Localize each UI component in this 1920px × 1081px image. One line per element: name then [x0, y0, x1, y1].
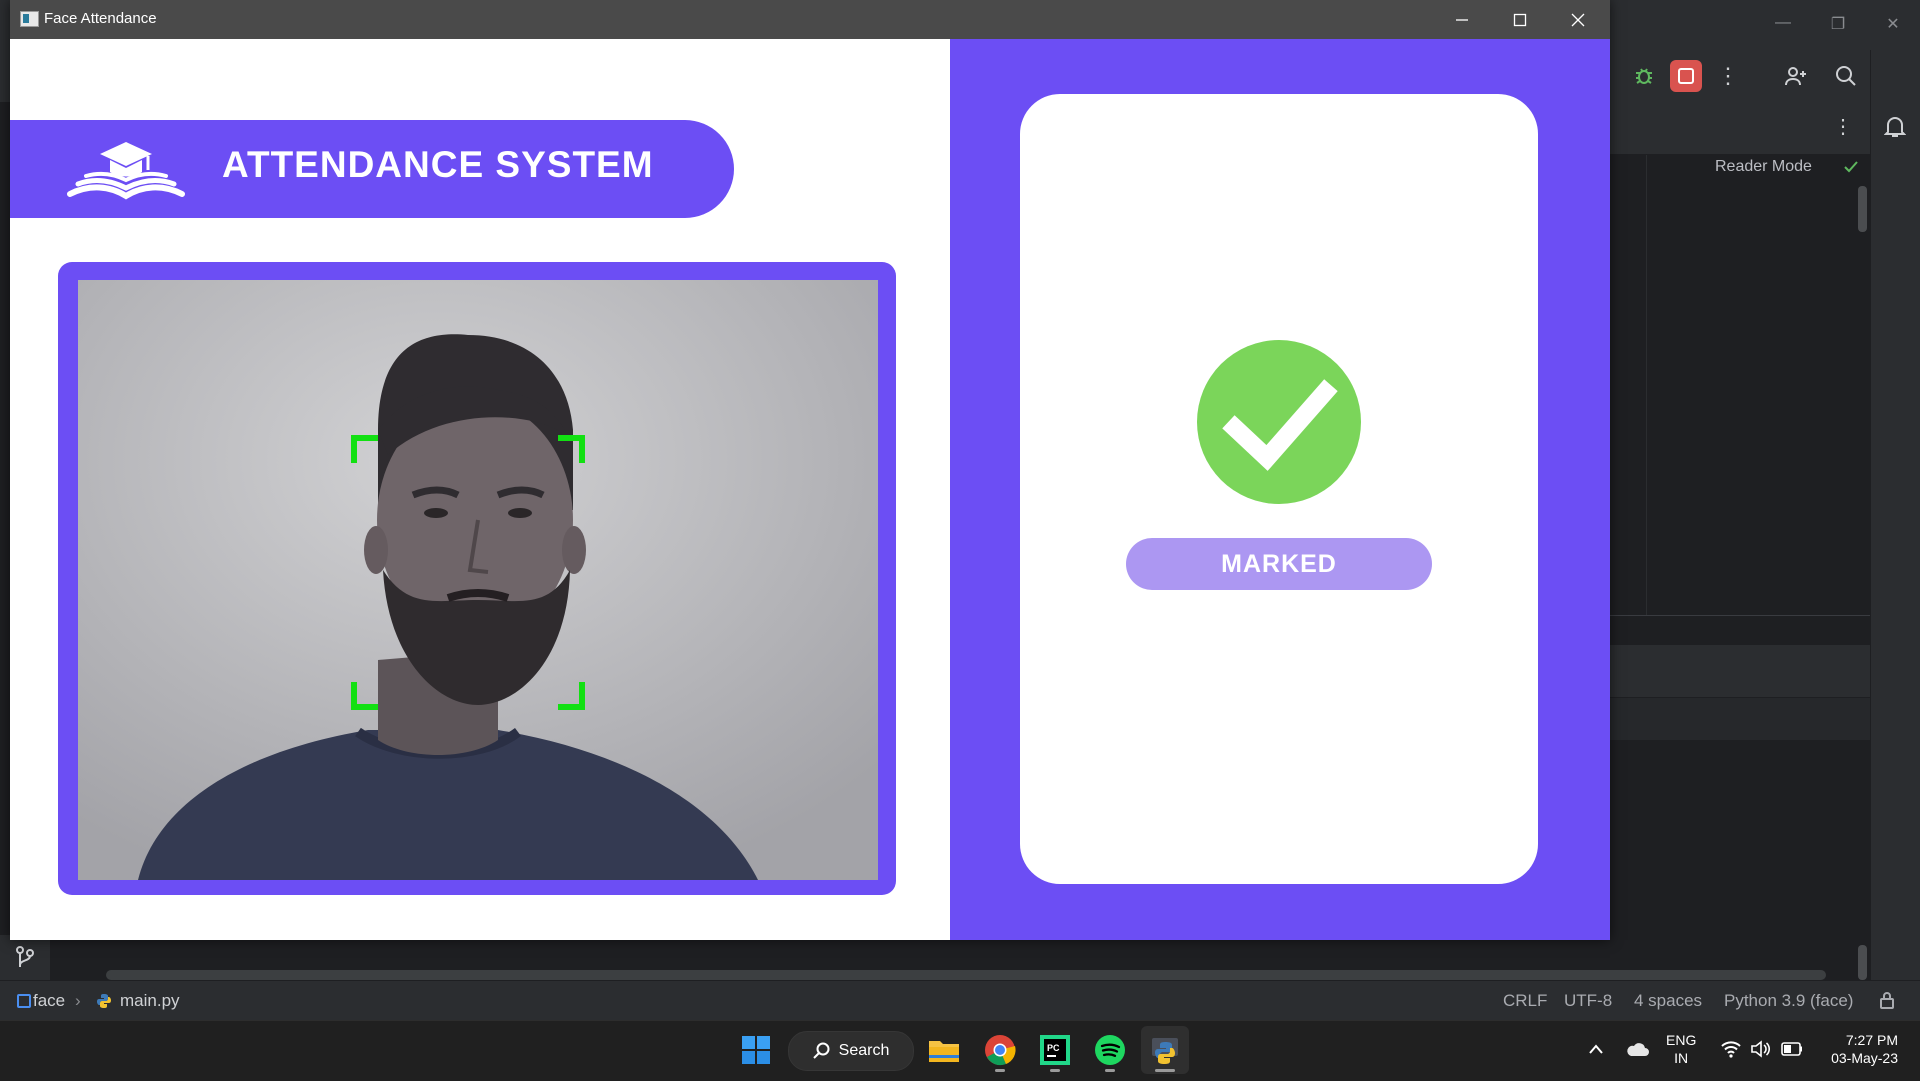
- horizontal-scrollbar[interactable]: [106, 970, 1826, 980]
- window-titlebar[interactable]: Face Attendance: [10, 0, 1610, 39]
- app-icon: [20, 11, 39, 27]
- right-pane: MARKED: [950, 39, 1610, 940]
- show-hidden-icons-chevron-icon[interactable]: [1588, 1042, 1604, 1060]
- window-title: Face Attendance: [44, 10, 157, 27]
- ide-editor-tabbar: ⋮: [1608, 102, 1870, 154]
- volume-icon[interactable]: [1750, 1040, 1771, 1063]
- more-vertical-icon[interactable]: ⋮: [1712, 60, 1744, 92]
- camera-frame: [58, 262, 896, 895]
- ide-right-toolstrip: [1870, 50, 1920, 980]
- panel-scrollbar-thumb[interactable]: [1858, 945, 1867, 980]
- ide-close-icon[interactable]: ✕: [1873, 14, 1913, 34]
- stop-button[interactable]: [1670, 60, 1702, 92]
- ide-panel-subheader: [1608, 698, 1870, 740]
- check-circle-icon: [1197, 340, 1361, 504]
- editor-scrollbar-thumb[interactable]: [1858, 186, 1867, 232]
- graduation-book-icon: [64, 132, 192, 209]
- add-user-icon[interactable]: [1780, 60, 1812, 92]
- language-indicator[interactable]: ENG IN: [1666, 1031, 1696, 1067]
- close-icon[interactable]: [1549, 0, 1607, 39]
- python-file-icon: [96, 993, 112, 1014]
- lock-icon[interactable]: [1880, 991, 1894, 1014]
- face-attendance-window: Face Attendance ATTENDANCE SYSTEM MARKED: [10, 0, 1610, 940]
- reader-mode-toggle[interactable]: Reader Mode: [1715, 158, 1812, 176]
- language-line2: IN: [1674, 1050, 1689, 1066]
- wifi-icon[interactable]: [1721, 1040, 1741, 1063]
- webcam-feed: [78, 280, 878, 880]
- git-branch-icon[interactable]: [14, 945, 36, 974]
- indent-widget[interactable]: 4 spaces: [1634, 991, 1702, 1011]
- ide-gutter-divider: [1646, 155, 1647, 615]
- ide-minimize-icon[interactable]: —: [1763, 14, 1803, 32]
- encoding-widget[interactable]: UTF-8: [1564, 991, 1612, 1011]
- marked-status-badge: MARKED: [1126, 538, 1432, 590]
- ide-editor-area[interactable]: [1608, 155, 1870, 615]
- line-ending-widget[interactable]: CRLF: [1503, 991, 1547, 1011]
- clock[interactable]: 7:27 PM 03-May-23: [1818, 1031, 1898, 1067]
- breadcrumb-file[interactable]: main.py: [120, 991, 180, 1011]
- taskbar-search-label: Search: [838, 1042, 890, 1059]
- banner-title: ATTENDANCE SYSTEM: [222, 144, 654, 185]
- chrome-icon[interactable]: [976, 1026, 1024, 1074]
- project-icon: [17, 994, 31, 1008]
- svg-text:PC: PC: [1047, 1043, 1060, 1053]
- clock-date: 03-May-23: [1831, 1050, 1898, 1066]
- maximize-icon[interactable]: [1491, 0, 1549, 39]
- webcam-image: [78, 280, 878, 880]
- breadcrumb-separator-icon: ›: [75, 991, 81, 1010]
- interpreter-widget[interactable]: Python 3.9 (face): [1724, 991, 1853, 1011]
- ide-restore-icon[interactable]: ❐: [1818, 14, 1858, 34]
- status-card: MARKED: [1020, 94, 1538, 884]
- search-icon[interactable]: [1830, 60, 1862, 92]
- file-explorer-icon[interactable]: [920, 1026, 968, 1074]
- debug-icon[interactable]: [1628, 60, 1660, 92]
- breadcrumb-project[interactable]: face: [33, 991, 65, 1011]
- language-line1: ENG: [1666, 1032, 1697, 1048]
- inspection-ok-icon[interactable]: [1843, 160, 1859, 179]
- editor-options-icon[interactable]: ⋮: [1833, 114, 1853, 139]
- windows-start-icon[interactable]: [732, 1026, 780, 1074]
- onedrive-cloud-icon[interactable]: [1625, 1041, 1649, 1062]
- title-banner: ATTENDANCE SYSTEM: [10, 120, 734, 218]
- clock-time: 7:27 PM: [1845, 1032, 1898, 1048]
- ide-statusbar: face › main.py CRLF UTF-8 4 spaces Pytho…: [0, 980, 1920, 1021]
- left-pane: ATTENDANCE SYSTEM: [10, 39, 950, 940]
- spotify-icon[interactable]: [1086, 1026, 1134, 1074]
- ide-left-spacer: [50, 935, 90, 980]
- battery-icon[interactable]: [1781, 1042, 1803, 1061]
- ide-panel-header: [1608, 645, 1870, 697]
- pycharm-icon[interactable]: PC: [1031, 1026, 1079, 1074]
- search-glass-icon: [812, 1042, 830, 1059]
- minimize-icon[interactable]: [1433, 0, 1491, 39]
- notifications-bell-icon[interactable]: [1883, 114, 1907, 143]
- python-icon[interactable]: [1141, 1026, 1189, 1074]
- taskbar-search-button[interactable]: Search: [788, 1031, 914, 1071]
